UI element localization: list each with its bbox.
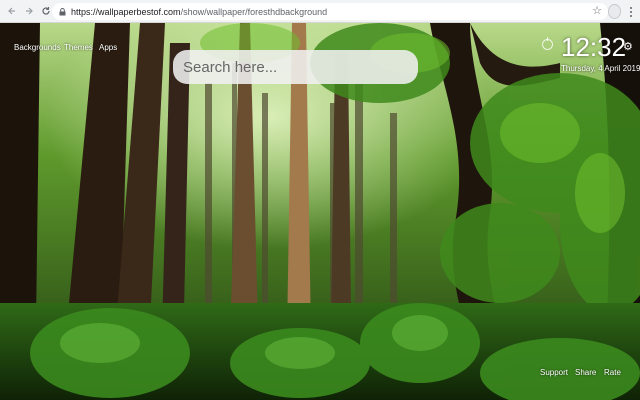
nav-apps-link[interactable]: Apps (99, 43, 117, 52)
footer-rate-link[interactable]: Rate (604, 368, 621, 377)
menu-dots-icon[interactable] (626, 3, 636, 20)
footer-support-link[interactable]: Support (540, 368, 568, 377)
address-bar[interactable]: https://wallpaperbestof.com/show/wallpap… (52, 3, 608, 20)
nav-themes-link[interactable]: Themes (64, 43, 93, 52)
url-host: https://wallpaperbestof.com (71, 6, 181, 17)
reload-icon (41, 7, 50, 15)
url-text: https://wallpaperbestof.com/show/wallpap… (71, 7, 327, 17)
arrow-right-icon (25, 7, 33, 15)
footer-share-link[interactable]: Share (575, 368, 596, 377)
lock-icon (58, 7, 67, 16)
clock-date: Thursday, 4 April 2019 (561, 64, 640, 73)
forward-button[interactable] (20, 1, 37, 21)
star-icon[interactable]: ☆ (592, 4, 602, 17)
arrow-left-icon (7, 7, 15, 15)
extension-icon[interactable] (608, 4, 621, 19)
search-input[interactable] (183, 58, 403, 76)
gear-icon[interactable]: ⚙ (623, 40, 633, 53)
back-button[interactable] (3, 1, 20, 21)
clock-time: 12:32 (561, 32, 627, 62)
url-path: /show/wallpaper/foresthdbackground (180, 6, 328, 17)
search-box[interactable] (173, 50, 418, 84)
timer-icon[interactable] (542, 37, 553, 50)
browser-toolbar: https://wallpaperbestof.com/show/wallpap… (0, 0, 640, 23)
nav-backgrounds-link[interactable]: Backgrounds (14, 43, 61, 52)
